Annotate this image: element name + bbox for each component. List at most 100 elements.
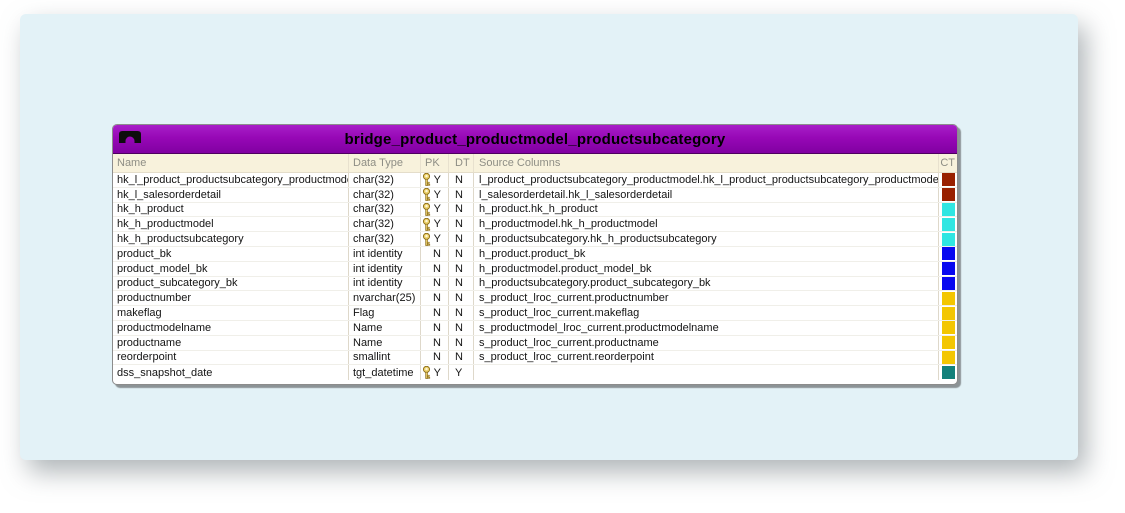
column-name-cell: makeflag bbox=[113, 306, 349, 320]
data-type-cell: char(32) bbox=[349, 217, 421, 232]
entity-header[interactable]: bridge_product_productmodel_productsubca… bbox=[113, 125, 957, 154]
primary-key-icon bbox=[422, 202, 430, 216]
ct-cell bbox=[939, 321, 957, 335]
ct-cell bbox=[939, 217, 957, 231]
ct-cell bbox=[939, 306, 957, 320]
table-row[interactable]: productnumber nvarchar(25) N N s_product… bbox=[113, 291, 957, 307]
ct-cell bbox=[939, 247, 957, 261]
table-row[interactable]: productmodelname Name N N s_productmodel… bbox=[113, 320, 957, 336]
primary-key-icon bbox=[422, 173, 430, 187]
table-row[interactable]: product_bk int identity N N h_product.pr… bbox=[113, 246, 957, 262]
column-type-color-chip bbox=[941, 366, 955, 380]
table-row[interactable]: dss_snapshot_date tgt_datetime Y Y bbox=[113, 365, 957, 381]
column-name-cell: hk_h_product bbox=[113, 202, 349, 217]
header-source-columns: Source Columns bbox=[474, 154, 939, 172]
pk-flag: Y bbox=[433, 188, 441, 201]
table-row[interactable]: reorderpoint smallint N N s_product_lroc… bbox=[113, 350, 957, 366]
ct-cell bbox=[939, 291, 957, 305]
table-row[interactable]: product_subcategory_bk int identity N N … bbox=[113, 276, 957, 292]
dt-cell: N bbox=[449, 320, 474, 335]
data-type-cell: char(32) bbox=[349, 202, 421, 217]
source-columns-cell: h_productsubcategory.hk_h_productsubcate… bbox=[474, 232, 939, 246]
source-columns-cell: l_product_productsubcategory_productmode… bbox=[474, 173, 939, 187]
source-columns-cell: s_productmodel_lroc_current.productmodel… bbox=[474, 320, 939, 335]
dt-cell: N bbox=[449, 232, 474, 246]
primary-key-icon bbox=[422, 366, 430, 380]
table-row[interactable]: productname Name N N s_product_lroc_curr… bbox=[113, 335, 957, 351]
pk-flag: Y bbox=[433, 233, 441, 246]
column-name-cell: productmodelname bbox=[113, 320, 349, 335]
ct-cell bbox=[939, 336, 957, 350]
dt-cell: Y bbox=[449, 365, 474, 381]
pk-cell: Y bbox=[421, 187, 449, 202]
primary-key-icon bbox=[422, 217, 430, 231]
pk-flag: N bbox=[433, 336, 441, 349]
column-type-color-chip bbox=[941, 202, 955, 216]
source-columns-cell: h_product.hk_h_product bbox=[474, 202, 939, 217]
table-row[interactable]: hk_h_product char(32) Y N h_product.hk_h… bbox=[113, 202, 957, 218]
table-row[interactable]: product_model_bk int identity N N h_prod… bbox=[113, 261, 957, 277]
pk-flag: N bbox=[433, 351, 441, 364]
column-name-cell: hk_h_productmodel bbox=[113, 217, 349, 232]
column-type-color-chip bbox=[941, 276, 955, 290]
data-type-cell: Name bbox=[349, 335, 421, 350]
ct-cell bbox=[939, 365, 957, 380]
header-data-type: Data Type bbox=[349, 154, 421, 172]
bridge-icon bbox=[119, 131, 141, 143]
source-columns-cell: h_product.product_bk bbox=[474, 246, 939, 261]
column-type-color-chip bbox=[941, 262, 955, 276]
entity-table-bridge[interactable]: bridge_product_productmodel_productsubca… bbox=[112, 124, 958, 385]
ct-cell bbox=[939, 202, 957, 217]
dt-cell: N bbox=[449, 187, 474, 202]
pk-cell: N bbox=[421, 276, 449, 291]
table-row[interactable]: hk_h_productmodel char(32) Y N h_product… bbox=[113, 217, 957, 233]
dt-cell: N bbox=[449, 291, 474, 306]
header-name: Name bbox=[113, 154, 349, 172]
pk-flag: N bbox=[433, 277, 441, 290]
data-type-cell: tgt_datetime bbox=[349, 365, 421, 381]
column-type-color-chip bbox=[941, 173, 955, 187]
source-columns-cell: s_product_lroc_current.reorderpoint bbox=[474, 350, 939, 365]
pk-cell: N bbox=[421, 335, 449, 350]
data-type-cell: Name bbox=[349, 320, 421, 335]
table-row[interactable]: makeflag Flag N N s_product_lroc_current… bbox=[113, 306, 957, 321]
pk-flag: Y bbox=[433, 173, 441, 186]
dt-cell: N bbox=[449, 276, 474, 291]
ct-cell bbox=[939, 262, 957, 276]
column-type-color-chip bbox=[941, 350, 955, 364]
ct-cell bbox=[939, 188, 957, 202]
table-row[interactable]: hk_l_product_productsubcategory_productm… bbox=[113, 173, 957, 188]
pk-cell: Y bbox=[421, 232, 449, 246]
pk-cell: Y bbox=[421, 217, 449, 232]
pk-flag: N bbox=[433, 292, 441, 305]
dt-cell: N bbox=[449, 306, 474, 320]
source-columns-cell: l_salesorderdetail.hk_l_salesorderdetail bbox=[474, 187, 939, 202]
source-columns-cell: h_productmodel.hk_h_productmodel bbox=[474, 217, 939, 232]
header-dt: DT bbox=[449, 154, 474, 172]
primary-key-icon bbox=[422, 232, 430, 246]
column-type-color-chip bbox=[941, 336, 955, 350]
ct-cell bbox=[939, 350, 957, 365]
column-name-cell: dss_snapshot_date bbox=[113, 365, 349, 381]
column-name-cell: hk_l_salesorderdetail bbox=[113, 187, 349, 202]
pk-flag: Y bbox=[433, 218, 441, 231]
table-row[interactable]: hk_h_productsubcategory char(32) Y N h_p… bbox=[113, 232, 957, 247]
pk-flag: Y bbox=[433, 203, 441, 216]
dt-cell: N bbox=[449, 350, 474, 365]
data-type-cell: Flag bbox=[349, 306, 421, 320]
header-pk: PK bbox=[421, 154, 449, 172]
ct-cell bbox=[939, 232, 957, 246]
pk-cell: Y bbox=[421, 173, 449, 187]
data-type-cell: char(32) bbox=[349, 187, 421, 202]
pk-flag: N bbox=[433, 247, 441, 260]
source-columns-cell: s_product_lroc_current.productnumber bbox=[474, 291, 939, 306]
column-name-cell: reorderpoint bbox=[113, 350, 349, 365]
header-ct: CT bbox=[940, 157, 955, 169]
data-type-cell: char(32) bbox=[349, 173, 421, 187]
column-name-cell: productname bbox=[113, 335, 349, 350]
ct-cell bbox=[939, 276, 957, 291]
data-type-cell: int identity bbox=[349, 246, 421, 261]
column-type-color-chip bbox=[941, 291, 955, 305]
pk-flag: N bbox=[433, 307, 441, 320]
table-row[interactable]: hk_l_salesorderdetail char(32) Y N l_sal… bbox=[113, 187, 957, 203]
